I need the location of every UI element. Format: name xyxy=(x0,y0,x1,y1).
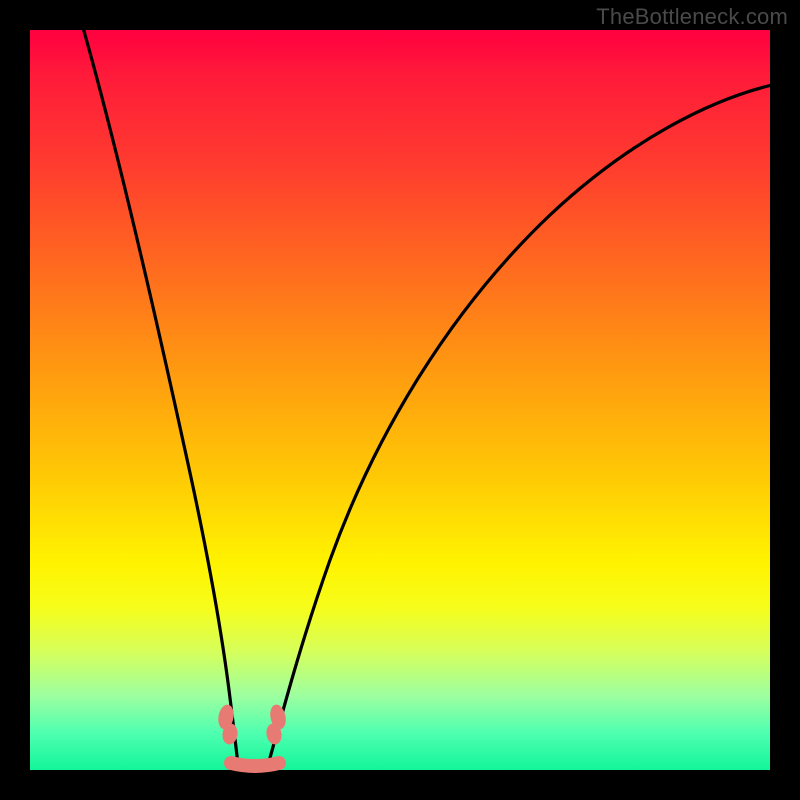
outer-frame: TheBottleneck.com xyxy=(0,0,800,800)
curve-left-branch xyxy=(82,24,238,765)
curve-right-branch xyxy=(268,85,772,765)
marker-flat-nub xyxy=(231,763,279,766)
bottleneck-curve xyxy=(30,30,770,770)
watermark-text: TheBottleneck.com xyxy=(596,4,788,30)
